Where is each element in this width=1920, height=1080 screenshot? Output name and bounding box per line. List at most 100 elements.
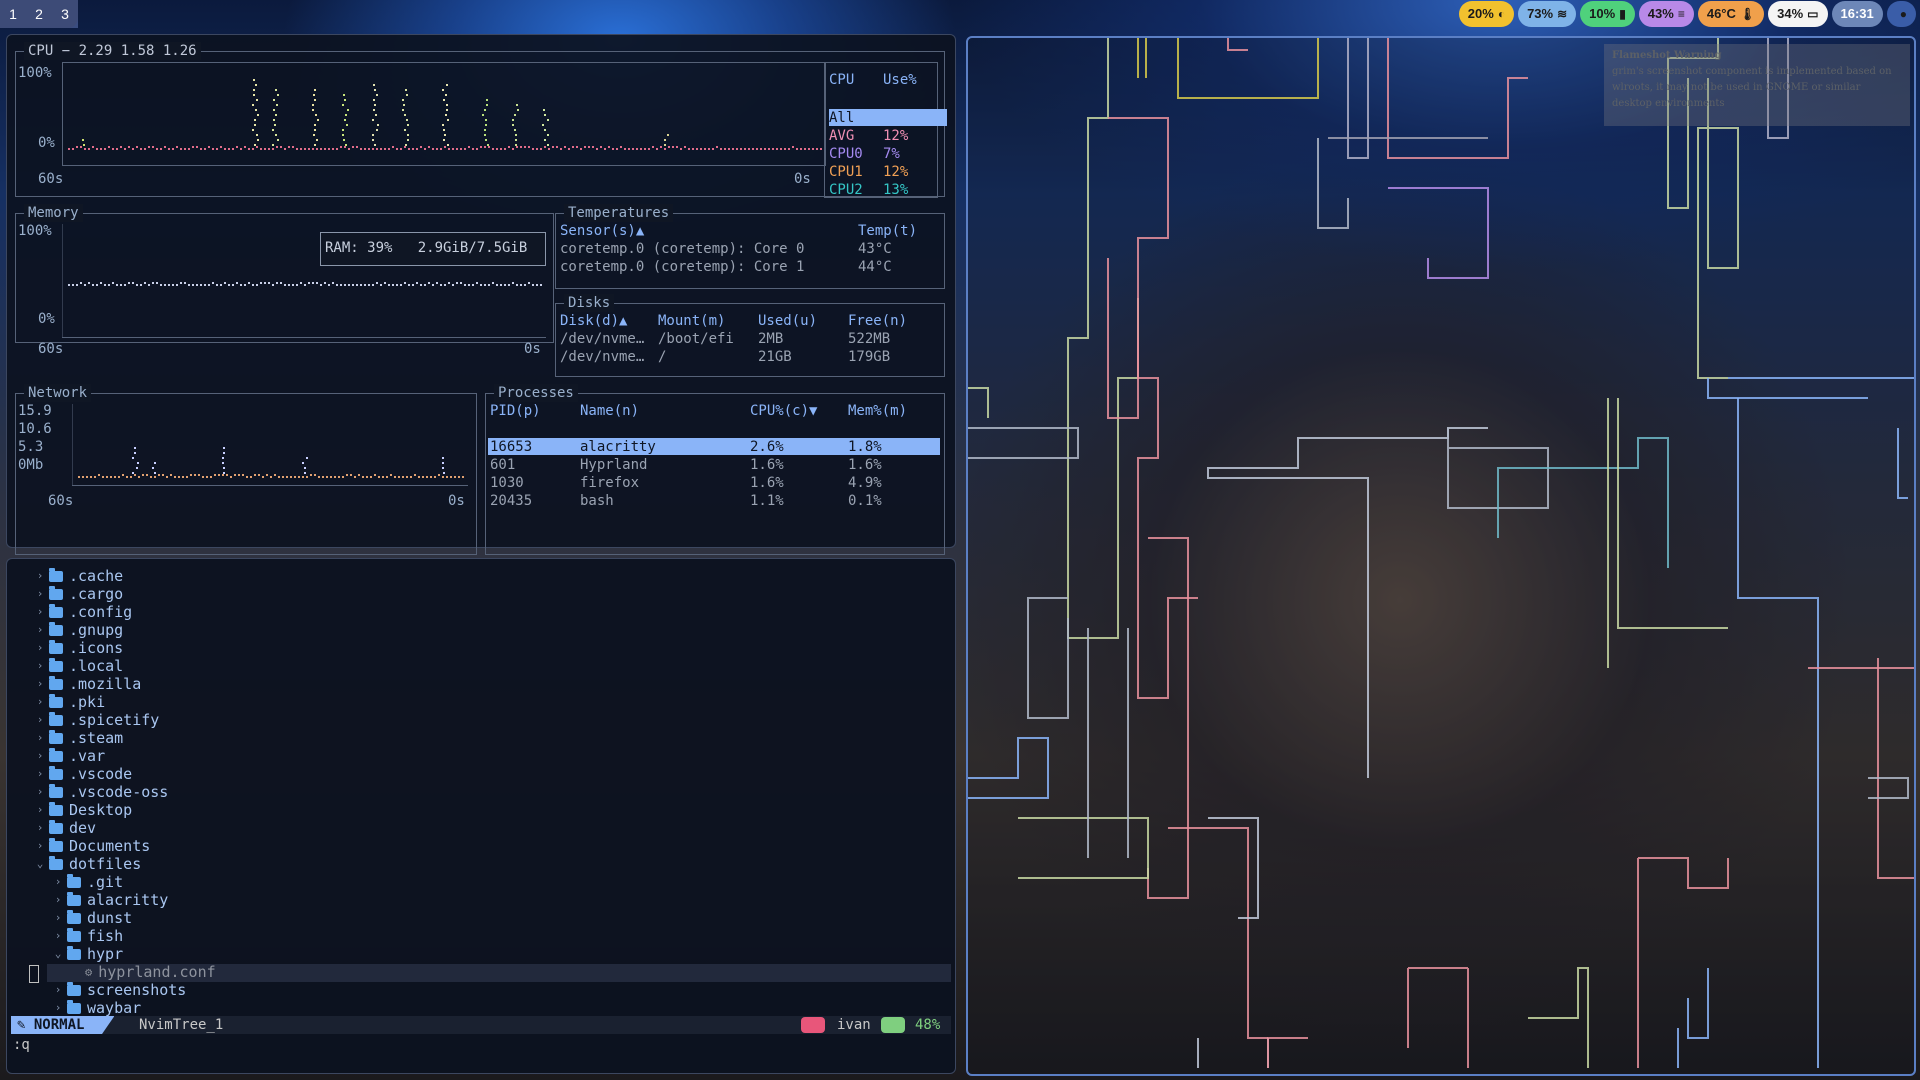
tree-folder[interactable]: › .local: [31, 657, 124, 675]
graph-dot: [104, 148, 106, 150]
graph-dot: [334, 476, 336, 478]
cpu-core-name: CPU1: [829, 164, 863, 180]
tree-folder[interactable]: › .spicetify: [31, 711, 160, 729]
tree-folder[interactable]: › Documents: [31, 837, 151, 855]
process-row[interactable]: 601 Hyprland 1.6% 1.6%: [488, 456, 940, 473]
graph-dot: [400, 148, 402, 150]
proc-header-cpu[interactable]: CPU%(c)▼: [750, 402, 817, 420]
tree-folder[interactable]: › alacritty: [49, 891, 169, 909]
tree-folder[interactable]: › .git: [49, 873, 123, 891]
disk-header-disk[interactable]: Disk(d)▲: [560, 312, 627, 330]
cpu-title: CPU − 2.29 1.58 1.26: [24, 42, 201, 60]
graph-dot: [308, 148, 310, 150]
disk-header-mount[interactable]: Mount(m): [658, 312, 725, 330]
workspace-1[interactable]: 1: [0, 0, 26, 28]
tree-folder[interactable]: › .steam: [31, 729, 124, 747]
cpu-all-selection[interactable]: All: [829, 109, 947, 126]
graph-dot: [222, 457, 224, 459]
graph-dot: [446, 476, 448, 478]
graph-dot: [343, 139, 345, 141]
temp-header-temp[interactable]: Temp(t): [858, 222, 917, 240]
graph-dot: [164, 146, 166, 148]
process-row[interactable]: 16653 alacritty 2.6% 1.8%: [488, 438, 940, 455]
workspace-3[interactable]: 3: [52, 0, 78, 28]
graph-dot: [386, 476, 388, 478]
graph-dot: [640, 148, 642, 150]
tree-folder[interactable]: › Desktop: [31, 801, 133, 819]
tree-folder[interactable]: › .cache: [31, 567, 124, 585]
graph-dot: [364, 148, 366, 150]
tree-item-label: dev: [69, 819, 97, 837]
graph-dot: [174, 476, 176, 478]
tree-folder[interactable]: ⌄ dotfiles: [31, 855, 142, 873]
nvim-window[interactable]: › .cache › .cargo › .config › .gnupg › .icons › .lo…: [6, 558, 956, 1074]
tree-item-label: waybar: [87, 999, 142, 1017]
graph-dot: [380, 148, 382, 150]
network-y-2: 5.3: [18, 439, 44, 455]
tree-folder[interactable]: › .mozilla: [31, 675, 142, 693]
status-pill-7[interactable]: ●: [1886, 1, 1916, 27]
tree-folder[interactable]: › waybar: [49, 999, 142, 1017]
graph-dot: [516, 146, 518, 148]
tree-folder[interactable]: › .icons: [31, 639, 124, 657]
status-pill-2[interactable]: 10% ▮: [1580, 1, 1635, 27]
tree-folder[interactable]: › fish: [49, 927, 123, 945]
tree-folder[interactable]: ⌄ hypr: [49, 945, 123, 963]
graph-dot: [664, 139, 666, 141]
ram-readout: RAM: 39% 2.9GiB/7.5GiB: [320, 232, 546, 266]
disk-header-free[interactable]: Free(n): [848, 312, 907, 330]
status-pill-5[interactable]: 34% ▭: [1768, 1, 1828, 27]
graph-dot: [432, 148, 434, 150]
tree-folder[interactable]: › .gnupg: [31, 621, 124, 639]
tree-folder[interactable]: › dev: [31, 819, 96, 837]
process-row[interactable]: 20435 bash 1.1% 0.1%: [488, 492, 940, 509]
temp-temp: 43°C: [858, 241, 892, 257]
status-pill-0[interactable]: 20% ◐: [1458, 1, 1515, 27]
graph-dot: [416, 148, 418, 150]
graph-dot: [223, 472, 225, 474]
graph-dot: [212, 282, 214, 284]
graph-dot: [500, 284, 502, 286]
status-pill-6[interactable]: 16:31: [1831, 1, 1883, 27]
disk-header-used[interactable]: Used(u): [758, 312, 817, 330]
graph-dot: [384, 282, 386, 284]
graph-dot: [708, 148, 710, 150]
tree-folder[interactable]: › .vscode: [31, 765, 133, 783]
graph-dot: [292, 146, 294, 148]
graph-dot: [126, 476, 128, 478]
battery-icon: ▮: [1619, 7, 1626, 21]
proc-header-name[interactable]: Name(n): [580, 402, 639, 420]
graph-dot: [154, 462, 156, 464]
proc-header-mem[interactable]: Mem%(m): [848, 402, 907, 420]
process-cpu: 1.6%: [750, 457, 784, 473]
temp-header-sensor[interactable]: Sensor(s)▲: [560, 222, 644, 240]
status-pill-3[interactable]: 43% ≡: [1638, 1, 1694, 27]
graph-dot: [256, 134, 258, 136]
graph-dot: [277, 139, 279, 141]
tree-folder[interactable]: › .config: [31, 603, 133, 621]
graph-dot: [256, 99, 258, 101]
proc-header-pid[interactable]: PID(p): [490, 402, 541, 420]
process-mem: 1.6%: [848, 457, 882, 473]
tree-folder[interactable]: › .cargo: [31, 585, 124, 603]
graph-dot: [608, 146, 610, 148]
btop-window[interactable]: CPU − 2.29 1.58 1.26 100% 0% 60s 0s CPU …: [6, 34, 956, 555]
graph-dot: [424, 148, 426, 150]
tree-folder[interactable]: › .var: [31, 747, 105, 765]
graph-dot: [142, 474, 144, 476]
tree-folder[interactable]: › .vscode-oss: [31, 783, 169, 801]
graph-dot: [376, 129, 378, 131]
tree-folder[interactable]: › .pki: [31, 693, 105, 711]
graph-dot: [488, 146, 490, 148]
tree-folder[interactable]: › screenshots: [49, 981, 187, 999]
graph-dot: [216, 148, 218, 150]
workspace-2[interactable]: 2: [26, 0, 52, 28]
pipes-terminal-window[interactable]: Flameshot Warning grim's screenshot comp…: [966, 36, 1916, 1076]
scroll-percent: 48%: [915, 1017, 941, 1033]
status-pill-4[interactable]: 46°C 🌡: [1697, 1, 1765, 27]
tree-folder[interactable]: › dunst: [49, 909, 132, 927]
status-pill-1[interactable]: 73% ≋: [1518, 1, 1577, 27]
command-line[interactable]: :q: [13, 1037, 30, 1053]
graph-dot: [445, 114, 447, 116]
process-row[interactable]: 1030 firefox 1.6% 4.9%: [488, 474, 940, 491]
